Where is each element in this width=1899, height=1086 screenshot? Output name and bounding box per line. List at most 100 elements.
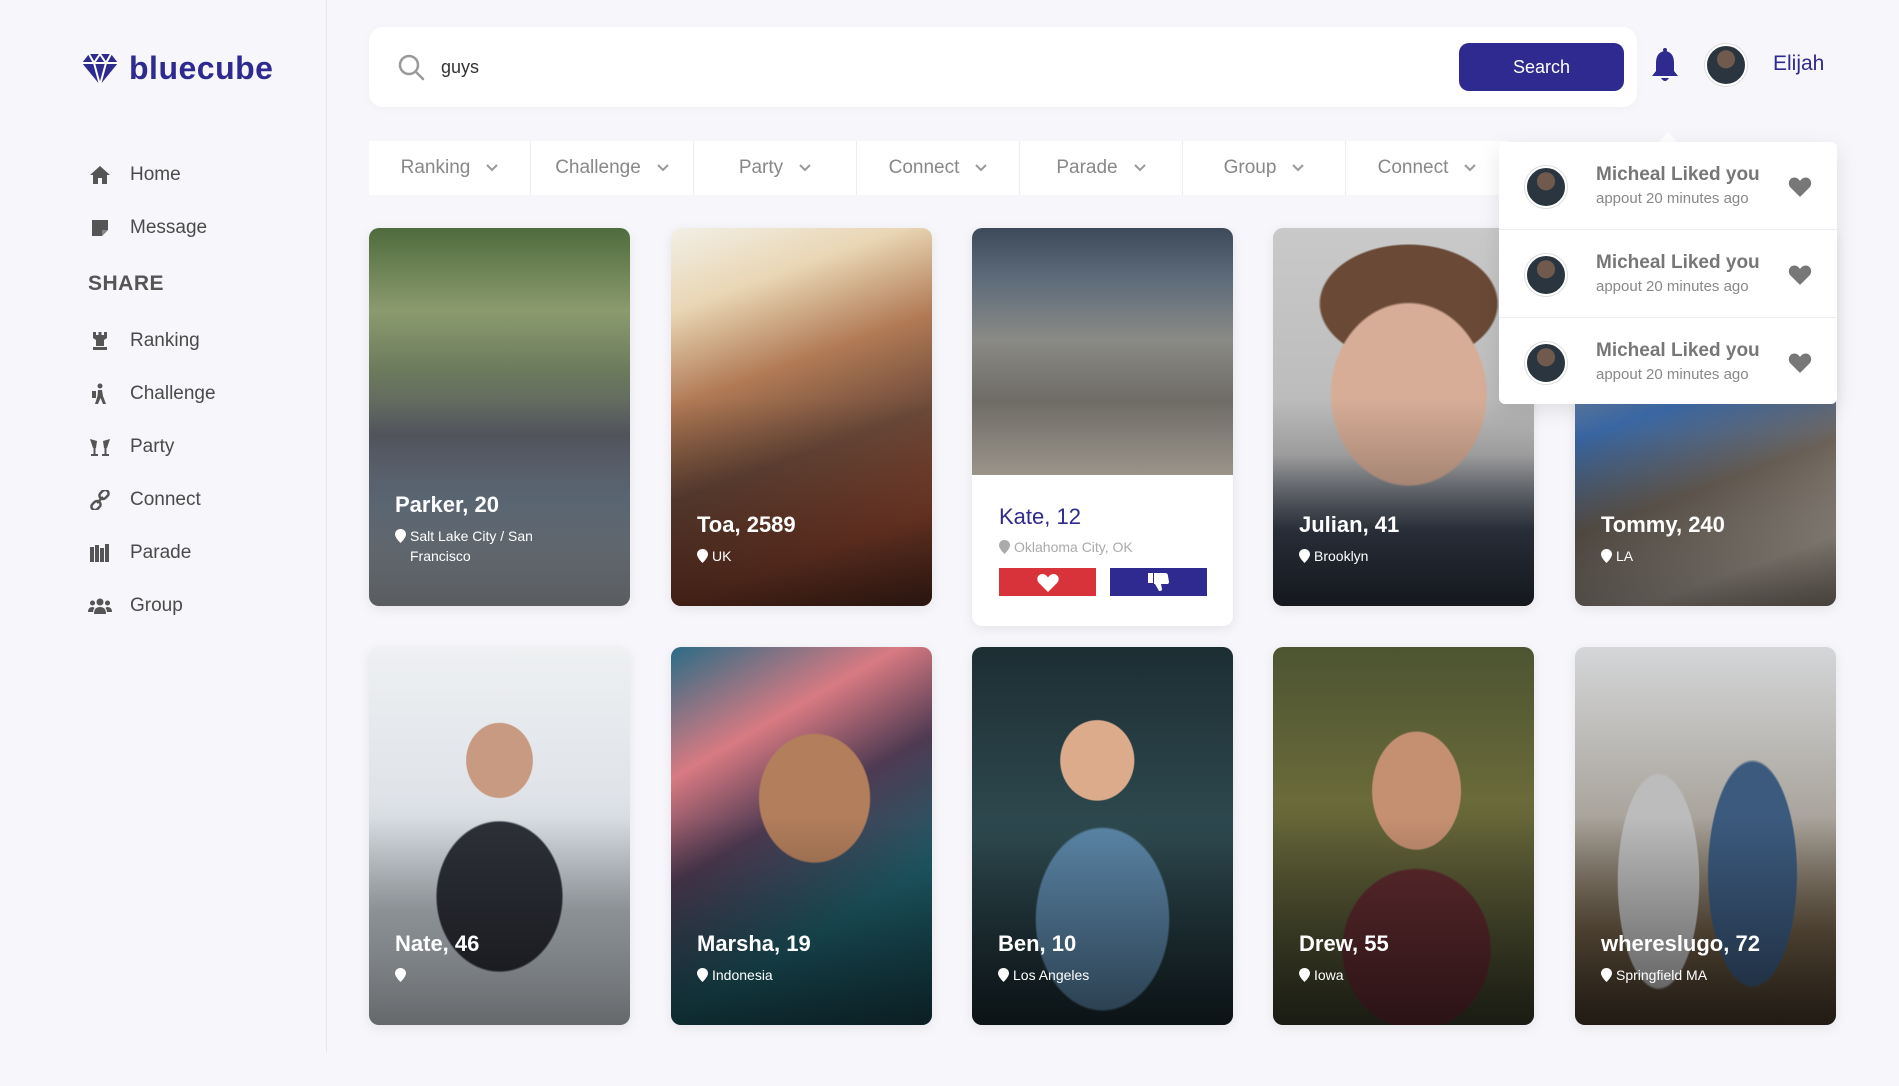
notification-time: appout 20 minutes ago — [1596, 278, 1749, 295]
sidebar-item-home[interactable]: Home — [88, 148, 308, 201]
profile-card[interactable]: Toa, 2589 UK — [671, 228, 932, 606]
chevron-down-icon — [486, 164, 499, 172]
search-button[interactable]: Search — [1459, 43, 1624, 91]
location-text: Salt Lake City / San Francisco — [410, 528, 533, 564]
filter-label: Connect — [888, 157, 960, 178]
profile-name: Kate, 12 — [999, 504, 1081, 529]
sidebar-item-label: Message — [130, 216, 208, 238]
users-icon — [88, 595, 112, 617]
chevron-down-icon — [1292, 164, 1305, 172]
profile-location: Salt Lake City / San Francisco — [395, 526, 595, 566]
avatar — [1525, 166, 1567, 208]
location-pin-icon — [1299, 968, 1310, 982]
sidebar-item-label: Home — [130, 163, 181, 185]
profile-location: Oklahoma City, OK — [999, 539, 1133, 555]
message-icon — [88, 217, 112, 239]
chevron-down-icon — [975, 164, 988, 172]
filter-label: Ranking — [400, 157, 471, 178]
filter-party[interactable]: Party — [694, 141, 857, 195]
notification-item[interactable]: Micheal Liked you appout 20 minutes ago — [1499, 230, 1837, 318]
profile-location: Los Angeles — [998, 965, 1198, 985]
sidebar-item-parade[interactable]: Parade — [88, 526, 308, 579]
brand-name: bluecube — [129, 50, 274, 86]
profile-card[interactable]: Julian, 41 Brooklyn — [1273, 228, 1534, 606]
filter-challenge[interactable]: Challenge — [531, 141, 694, 195]
sidebar-item-label: Parade — [130, 541, 192, 563]
filter-parade[interactable]: Parade — [1020, 141, 1183, 195]
sidebar-item-connect[interactable]: Connect — [88, 473, 308, 526]
profile-location: Indonesia — [697, 965, 897, 985]
sidebar-item-challenge[interactable]: Challenge — [88, 367, 308, 420]
sidebar-item-message[interactable]: Message — [88, 201, 308, 254]
location-text: LA — [1616, 548, 1634, 564]
filter-group[interactable]: Group — [1183, 141, 1346, 195]
location-text: Oklahoma City, OK — [1014, 539, 1133, 555]
location-pin-icon — [395, 529, 406, 543]
profile-name: Drew, 55 — [1299, 931, 1389, 956]
location-pin-icon — [697, 968, 708, 982]
sidebar: bluecube Home Message SHARE Ranking Chal… — [0, 0, 327, 1052]
profile-card-expanded[interactable]: Kate, 12 Oklahoma City, OK — [972, 228, 1233, 626]
notification-title: Micheal Liked you — [1596, 340, 1760, 361]
like-button[interactable] — [999, 568, 1096, 596]
profile-name: Nate, 46 — [395, 931, 480, 956]
heart-icon — [1788, 177, 1812, 197]
filter-label: Connect — [1377, 157, 1449, 178]
share-heading: SHARE — [88, 272, 165, 295]
heart-icon — [1788, 265, 1812, 285]
parade-icon — [88, 542, 112, 564]
profile-card[interactable]: Parker, 20 Salt Lake City / San Francisc… — [369, 228, 630, 606]
chevron-down-icon — [799, 164, 811, 172]
sidebar-nav: Home Message SHARE Ranking Challenge Par… — [88, 148, 308, 632]
location-text: Brooklyn — [1314, 548, 1369, 564]
profile-location: Brooklyn — [1299, 546, 1499, 566]
notification-item[interactable]: Micheal Liked you appout 20 minutes ago — [1499, 142, 1837, 230]
filter-label: Challenge — [555, 157, 641, 178]
glasses-cheers-icon — [88, 436, 112, 458]
profile-name: Julian, 41 — [1299, 512, 1400, 537]
profile-card[interactable]: Ben, 10 Los Angeles — [972, 647, 1233, 1025]
notification-item[interactable]: Micheal Liked you appout 20 minutes ago — [1499, 318, 1837, 406]
user-avatar[interactable] — [1705, 44, 1747, 86]
filter-label: Party — [738, 157, 784, 178]
sidebar-item-label: Ranking — [130, 329, 200, 351]
location-pin-icon — [1601, 968, 1612, 982]
sidebar-item-party[interactable]: Party — [88, 420, 308, 473]
profile-card[interactable]: Marsha, 19 Indonesia — [671, 647, 932, 1025]
profile-card[interactable]: Drew, 55 Iowa — [1273, 647, 1534, 1025]
profile-name: Toa, 2589 — [697, 512, 796, 537]
notification-title: Micheal Liked you — [1596, 252, 1760, 273]
link-icon — [88, 489, 112, 511]
filter-connect[interactable]: Connect — [857, 141, 1020, 195]
filter-bar: Ranking Challenge Party Connect Parade G… — [369, 141, 1509, 195]
user-name[interactable]: Elijah — [1773, 52, 1824, 76]
notification-title: Micheal Liked you — [1596, 164, 1760, 185]
filter-connect-2[interactable]: Connect — [1346, 141, 1509, 195]
search-input[interactable] — [441, 47, 1341, 87]
profile-card[interactable]: whereslugo, 72 Springfield MA — [1575, 647, 1836, 1025]
profile-location: UK — [697, 546, 897, 566]
dislike-button[interactable] — [1110, 568, 1207, 596]
sidebar-item-ranking[interactable]: Ranking — [88, 314, 308, 367]
filter-ranking[interactable]: Ranking — [369, 141, 531, 195]
sidebar-item-label: Connect — [130, 488, 201, 510]
profile-name: Parker, 20 — [395, 492, 499, 517]
hiking-icon — [88, 383, 112, 405]
profile-card[interactable]: Nate, 46 — [369, 647, 630, 1025]
bell-icon[interactable] — [1650, 48, 1680, 84]
thumbs-down-icon — [1147, 573, 1169, 591]
location-pin-icon — [999, 540, 1010, 554]
sidebar-item-label: Challenge — [130, 382, 216, 404]
notification-time: appout 20 minutes ago — [1596, 366, 1749, 383]
sidebar-item-group[interactable]: Group — [88, 579, 308, 632]
location-text: UK — [712, 548, 732, 564]
location-pin-icon — [1601, 549, 1612, 563]
profile-location: Iowa — [1299, 965, 1499, 985]
profile-location: Springfield MA — [1601, 965, 1801, 985]
location-text: Springfield MA — [1616, 967, 1708, 983]
logo[interactable]: bluecube — [81, 50, 273, 87]
diamond-logo-icon — [82, 51, 118, 86]
filter-label: Parade — [1056, 157, 1118, 178]
home-icon — [88, 164, 112, 186]
chevron-down-icon — [1133, 164, 1146, 172]
